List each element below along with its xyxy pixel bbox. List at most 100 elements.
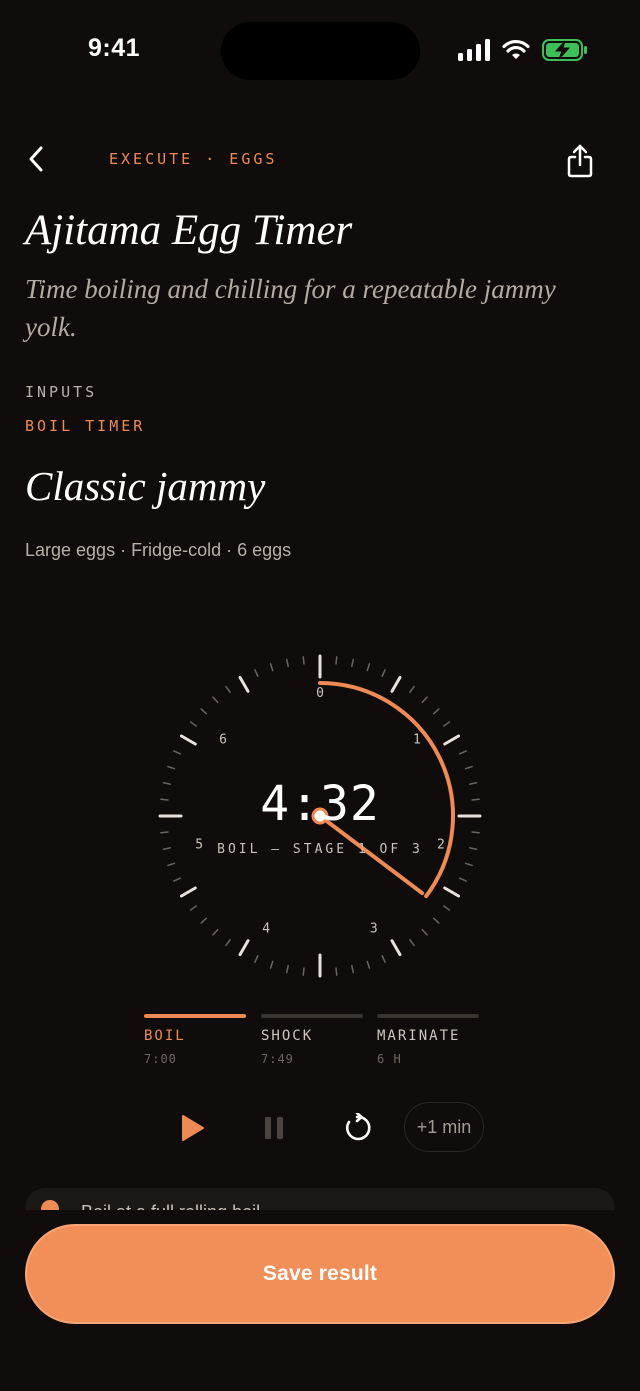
pause-button[interactable] [250,1104,298,1152]
minor-tick [443,721,451,727]
minor-tick [189,905,197,911]
minor-tick [464,765,473,770]
minor-tick [459,877,467,882]
breadcrumb: EXECUTE · EGGS [109,150,278,168]
minor-tick [381,669,386,677]
minor-tick [335,656,338,665]
minor-tick [212,928,219,936]
minor-tick [471,798,480,801]
minor-tick [254,669,259,677]
minor-tick [468,781,478,785]
major-tick [390,939,402,957]
minor-tick [366,663,371,672]
recipe-subtitle: Time boiling and chilling for a repeatab… [25,274,556,342]
save-result-button[interactable]: Save result [25,1224,615,1324]
cellular-signal-icon [458,39,490,61]
minor-tick [432,708,440,715]
minor-tick [225,939,231,947]
preset-title: Classic jammy [25,463,266,509]
minor-tick [381,955,386,963]
minor-tick [225,685,231,693]
minor-tick [409,939,415,947]
preset-meta: Large eggs · Fridge-cold · 6 eggs [25,540,292,560]
major-tick [443,886,461,898]
minor-tick [464,862,473,867]
minor-tick [443,905,451,911]
stage-indicator: BOIL — STAGE 1 OF 3 [217,842,423,857]
minor-tick [160,831,169,834]
stage-name: MARINATE [377,1028,461,1044]
minor-tick [269,663,274,672]
stage-bar [377,1014,479,1018]
stage-bar [144,1014,246,1018]
dial-number: 6 [219,733,227,748]
stage-name: SHOCK [261,1028,314,1044]
minor-tick [471,831,480,834]
stage-shock[interactable]: SHOCK 7:49 [261,1014,363,1066]
share-icon [567,144,593,178]
minor-tick [421,696,428,704]
minor-tick [189,721,197,727]
back-button[interactable] [20,142,52,176]
stage-name: BOIL [144,1028,186,1044]
battery-charging-icon [542,39,587,61]
share-button[interactable] [562,142,598,180]
dial-number: 4 [262,922,270,937]
minor-tick [160,798,169,801]
minor-tick [468,847,478,851]
inputs-section-label: INPUTS [25,383,98,401]
major-tick [390,675,402,693]
reset-button[interactable] [333,1104,381,1152]
boil-timer-label: BOIL TIMER [25,417,146,435]
minor-tick [167,862,176,867]
minor-tick [351,658,355,668]
stage-duration: 6 H [377,1052,402,1066]
major-tick [179,734,197,746]
minor-tick [200,708,208,715]
stage-boil[interactable]: BOIL 7:00 [144,1014,246,1066]
recipe-title: Ajitama Egg Timer [25,207,353,254]
pause-icon [265,1117,283,1139]
status-icons [458,38,588,62]
major-tick [443,734,461,746]
reset-icon [346,1113,371,1141]
dial-number: 1 [413,733,421,748]
minor-tick [162,781,172,785]
minor-tick [167,765,176,770]
add-minute-button[interactable]: +1 min [404,1102,484,1152]
minor-tick [302,967,305,976]
dial-number: 0 [316,686,324,701]
minor-tick [162,847,172,851]
major-tick [179,886,197,898]
minor-tick [269,960,274,969]
stage-duration: 7:49 [261,1052,294,1066]
status-time: 9:41 [88,34,141,62]
timer-readout: 4:32 [260,776,380,832]
major-tick [238,675,250,693]
chevron-left-icon [29,146,43,172]
minor-tick [366,960,371,969]
play-icon [182,1115,204,1141]
stage-bar [261,1014,363,1018]
minor-tick [351,964,355,974]
minor-tick [421,928,428,936]
minor-tick [285,964,289,974]
minor-tick [285,658,289,668]
dynamic-island [221,22,420,80]
play-button[interactable] [169,1104,217,1152]
minor-tick [173,877,181,882]
minor-tick [302,656,305,665]
minor-tick [173,750,181,755]
minor-tick [459,750,467,755]
stage-marinate[interactable]: MARINATE 6 H [377,1014,479,1066]
dial-number: 3 [370,922,378,937]
stage-duration: 7:00 [144,1052,177,1066]
minor-tick [200,917,208,924]
minor-tick [432,917,440,924]
major-tick [238,939,250,957]
minor-tick [335,967,338,976]
minor-tick [409,685,415,693]
minor-tick [212,696,219,704]
wifi-icon [502,39,530,59]
minor-tick [254,955,259,963]
